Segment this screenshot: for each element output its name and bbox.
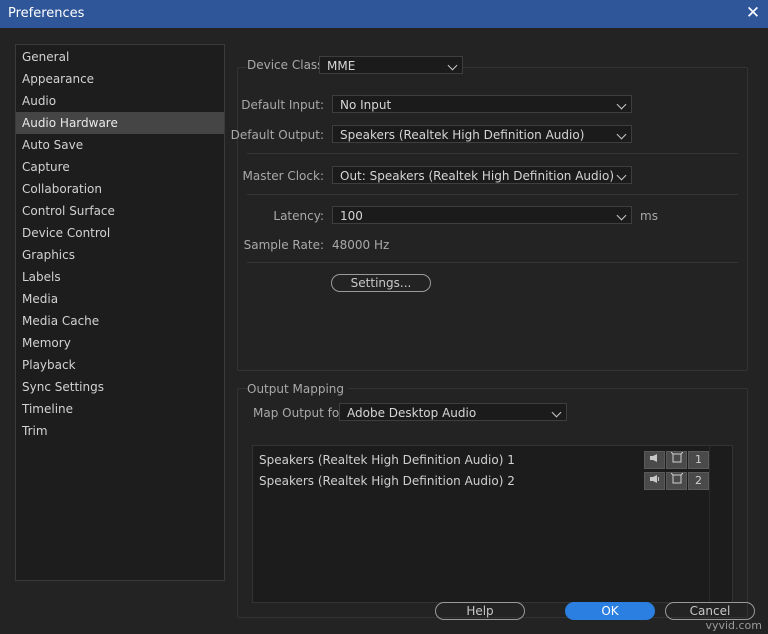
divider bbox=[247, 262, 738, 263]
sidebar-item-auto-save[interactable]: Auto Save bbox=[16, 134, 224, 156]
cancel-button[interactable]: Cancel bbox=[665, 602, 755, 620]
divider bbox=[247, 194, 738, 195]
default-input-dropdown[interactable]: No Input bbox=[332, 95, 632, 113]
sidebar-item-control-surface[interactable]: Control Surface bbox=[16, 200, 224, 222]
sidebar-item-audio[interactable]: Audio bbox=[16, 90, 224, 112]
channel-number-2: 2 bbox=[688, 472, 709, 490]
latency-value: 100 bbox=[340, 209, 363, 223]
map-output-dropdown[interactable]: Adobe Desktop Audio bbox=[339, 403, 567, 421]
sidebar-item-playback[interactable]: Playback bbox=[16, 354, 224, 376]
device-class-value: MME bbox=[327, 59, 356, 73]
title-bar: Preferences ✕ bbox=[0, 0, 768, 28]
mapping-row-2-label: Speakers (Realtek High Definition Audio)… bbox=[259, 474, 515, 488]
mapping-scrollbar[interactable] bbox=[709, 446, 710, 602]
latency-unit: ms bbox=[640, 209, 658, 223]
sample-rate-value: 48000 Hz bbox=[332, 238, 390, 252]
sidebar-item-media[interactable]: Media bbox=[16, 288, 224, 310]
sidebar-item-audio-hardware[interactable]: Audio Hardware bbox=[16, 112, 224, 134]
sidebar-item-appearance[interactable]: Appearance bbox=[16, 68, 224, 90]
default-output-label: Default Output: bbox=[230, 128, 324, 142]
latency-label: Latency: bbox=[273, 209, 324, 223]
default-input-value: No Input bbox=[340, 98, 392, 112]
chevron-down-icon bbox=[616, 170, 627, 181]
settings-button[interactable]: Settings... bbox=[331, 274, 431, 292]
sample-rate-label: Sample Rate: bbox=[243, 238, 324, 252]
mapping-row-1-label: Speakers (Realtek High Definition Audio)… bbox=[259, 453, 515, 467]
ok-button[interactable]: OK bbox=[565, 602, 655, 620]
map-output-value: Adobe Desktop Audio bbox=[347, 406, 477, 420]
output-mapping-title: Output Mapping bbox=[247, 382, 348, 396]
channel-slot-icon[interactable] bbox=[666, 451, 687, 469]
speaker-icon[interactable] bbox=[644, 472, 665, 490]
map-output-label: Map Output for: bbox=[253, 406, 348, 420]
device-class-dropdown[interactable]: MME bbox=[319, 56, 463, 74]
window-title: Preferences bbox=[8, 6, 85, 21]
sidebar-item-timeline[interactable]: Timeline bbox=[16, 398, 224, 420]
preferences-sidebar: General Appearance Audio Audio Hardware … bbox=[15, 44, 225, 581]
output-mapping-list[interactable]: Speakers (Realtek High Definition Audio)… bbox=[252, 445, 733, 603]
sidebar-item-trim[interactable]: Trim bbox=[16, 420, 224, 442]
master-clock-label: Master Clock: bbox=[242, 169, 324, 183]
sidebar-item-graphics[interactable]: Graphics bbox=[16, 244, 224, 266]
play-icon[interactable] bbox=[644, 451, 665, 469]
sidebar-item-sync-settings[interactable]: Sync Settings bbox=[16, 376, 224, 398]
close-icon[interactable]: ✕ bbox=[744, 3, 762, 23]
divider bbox=[247, 153, 738, 154]
chevron-down-icon bbox=[616, 99, 627, 110]
chevron-down-icon bbox=[616, 129, 627, 140]
watermark: vyvid.com bbox=[705, 619, 762, 632]
sidebar-item-media-cache[interactable]: Media Cache bbox=[16, 310, 224, 332]
channel-number-1: 1 bbox=[688, 451, 709, 469]
sidebar-item-capture[interactable]: Capture bbox=[16, 156, 224, 178]
master-clock-value: Out: Speakers (Realtek High Definition A… bbox=[340, 169, 614, 183]
chevron-down-icon bbox=[551, 407, 562, 418]
help-button[interactable]: Help bbox=[435, 602, 525, 620]
latency-dropdown[interactable]: 100 bbox=[332, 206, 632, 224]
sidebar-item-collaboration[interactable]: Collaboration bbox=[16, 178, 224, 200]
sidebar-item-memory[interactable]: Memory bbox=[16, 332, 224, 354]
chevron-down-icon bbox=[616, 210, 627, 221]
default-input-label: Default Input: bbox=[241, 98, 324, 112]
master-clock-dropdown[interactable]: Out: Speakers (Realtek High Definition A… bbox=[332, 166, 632, 184]
sidebar-item-device-control[interactable]: Device Control bbox=[16, 222, 224, 244]
default-output-dropdown[interactable]: Speakers (Realtek High Definition Audio) bbox=[332, 125, 632, 143]
chevron-down-icon bbox=[447, 60, 458, 71]
default-output-value: Speakers (Realtek High Definition Audio) bbox=[340, 128, 585, 142]
channel-slot-icon[interactable] bbox=[666, 472, 687, 490]
sidebar-item-labels[interactable]: Labels bbox=[16, 266, 224, 288]
sidebar-item-general[interactable]: General bbox=[16, 46, 224, 68]
